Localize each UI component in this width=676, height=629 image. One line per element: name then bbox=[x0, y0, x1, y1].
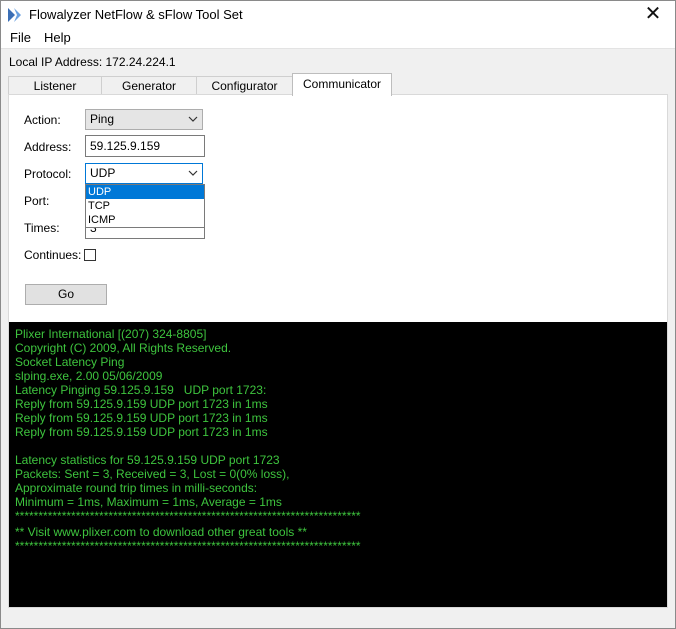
menu-help[interactable]: Help bbox=[41, 30, 74, 45]
console-line: ****************************************… bbox=[15, 509, 361, 523]
console-line: Copyright (C) 2009, All Rights Reserved. bbox=[15, 341, 232, 355]
tab-configurator[interactable]: Configurator bbox=[196, 76, 293, 95]
console-line: Latency statistics for 59.125.9.159 UDP … bbox=[15, 453, 280, 467]
protocol-select[interactable]: UDP bbox=[85, 163, 203, 184]
tab-generator[interactable]: Generator bbox=[101, 76, 197, 95]
protocol-option-udp[interactable]: UDP bbox=[86, 185, 204, 199]
console-line: Latency Pinging 59.125.9.159 UDP port 17… bbox=[15, 383, 267, 397]
address-value: 59.125.9.159 bbox=[90, 139, 161, 153]
title-bar: Flowalyzer NetFlow & sFlow Tool Set ✕ bbox=[1, 1, 675, 29]
times-label: Times: bbox=[24, 221, 60, 235]
close-icon: ✕ bbox=[644, 3, 662, 25]
action-label: Action: bbox=[24, 113, 61, 127]
console-line: ** Visit www.plixer.com to download othe… bbox=[15, 525, 307, 539]
tab-communicator[interactable]: Communicator bbox=[292, 73, 392, 96]
port-label: Port: bbox=[24, 194, 50, 208]
menu-bar: File Help bbox=[1, 29, 675, 49]
console-line: Socket Latency Ping bbox=[15, 355, 125, 369]
flowalyzer-app-icon bbox=[8, 8, 21, 22]
protocol-label: Protocol: bbox=[24, 167, 72, 181]
protocol-option-icmp[interactable]: ICMP bbox=[86, 213, 204, 227]
close-button[interactable]: ✕ bbox=[631, 1, 675, 29]
console-line: Approximate round trip times in milli-se… bbox=[15, 481, 258, 495]
console-line: Reply from 59.125.9.159 UDP port 1723 in… bbox=[15, 411, 268, 425]
console-line: Reply from 59.125.9.159 UDP port 1723 in… bbox=[15, 425, 268, 439]
communicator-panel: Action: Ping Address: 59.125.9.159 Proto… bbox=[8, 94, 668, 608]
console-line: Reply from 59.125.9.159 UDP port 1723 in… bbox=[15, 397, 268, 411]
chevron-down-icon bbox=[188, 170, 198, 176]
output-console[interactable]: Plixer International [(207) 324-8805] Co… bbox=[9, 322, 667, 607]
protocol-option-tcp[interactable]: TCP bbox=[86, 199, 204, 213]
address-label: Address: bbox=[24, 140, 72, 154]
console-line: Plixer International [(207) 324-8805] bbox=[15, 327, 207, 341]
menu-file[interactable]: File bbox=[7, 30, 34, 45]
go-button[interactable]: Go bbox=[25, 284, 107, 305]
console-line: Packets: Sent = 3, Received = 3, Lost = … bbox=[15, 467, 290, 481]
console-line: ****************************************… bbox=[15, 539, 361, 553]
console-line: slping.exe, 2.00 05/06/2009 bbox=[15, 369, 163, 383]
app-window: Flowalyzer NetFlow & sFlow Tool Set ✕ Fi… bbox=[0, 0, 676, 629]
continues-label: Continues: bbox=[24, 248, 82, 262]
window-title: Flowalyzer NetFlow & sFlow Tool Set bbox=[29, 7, 243, 22]
local-ip-label: Local IP Address: 172.24.224.1 bbox=[9, 55, 176, 69]
protocol-value: UDP bbox=[90, 166, 116, 180]
protocol-dropdown-list: UDP TCP ICMP bbox=[85, 184, 205, 228]
continues-checkbox[interactable] bbox=[84, 249, 96, 261]
action-select[interactable]: Ping bbox=[85, 109, 203, 130]
tab-listener[interactable]: Listener bbox=[8, 76, 102, 95]
chevron-down-icon bbox=[188, 116, 198, 122]
console-line: Minimum = 1ms, Maximum = 1ms, Average = … bbox=[15, 495, 282, 509]
address-input[interactable]: 59.125.9.159 bbox=[85, 135, 205, 157]
action-value: Ping bbox=[90, 112, 115, 126]
